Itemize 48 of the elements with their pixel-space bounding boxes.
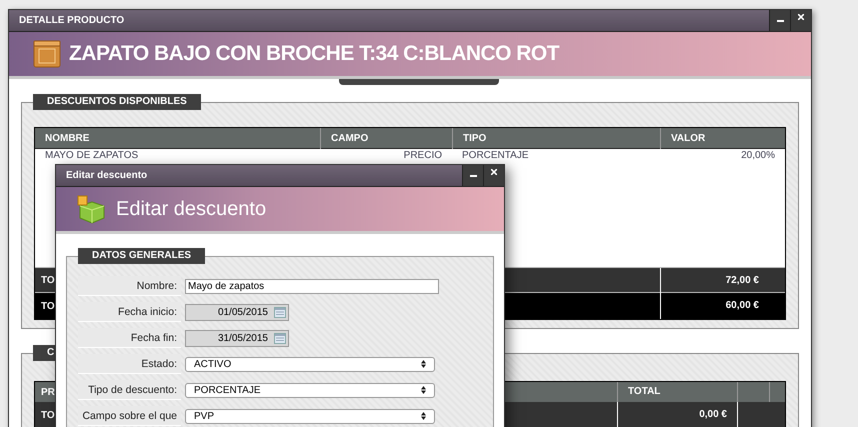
date-field[interactable]: 31/05/2015 bbox=[185, 330, 289, 346]
column-header: VALOR bbox=[660, 128, 785, 149]
field-label: Estado: bbox=[78, 354, 181, 374]
dialog-heading: Editar descuento bbox=[116, 197, 266, 222]
close-icon bbox=[798, 14, 804, 20]
field-label: Campo sobre el que bbox=[78, 406, 181, 426]
minimize-icon bbox=[470, 174, 476, 176]
updown-arrows-icon bbox=[421, 360, 426, 368]
column-header: CAMPO bbox=[320, 128, 452, 149]
date-value: 31/05/2015 bbox=[218, 332, 268, 346]
field-label: Nombre: bbox=[78, 276, 181, 296]
close-button[interactable] bbox=[790, 10, 811, 31]
calendar-icon bbox=[274, 332, 286, 344]
field-label: Fecha inicio: bbox=[78, 302, 181, 322]
field-label: Tipo de descuento: bbox=[78, 380, 181, 400]
field-label: Fecha fin: bbox=[78, 328, 181, 348]
total-value: 0,00 € bbox=[617, 402, 737, 427]
box-icon bbox=[33, 40, 61, 68]
column-header: NOMBRE bbox=[44, 132, 90, 146]
total-label: TO bbox=[41, 274, 55, 288]
total-label: TO bbox=[41, 300, 55, 314]
window-title: DETALLE PRODUCTO bbox=[18, 14, 124, 28]
table-cell-text: PORCENTAJE bbox=[461, 149, 530, 163]
section-legend: DESCUENTOS DISPONIBLES bbox=[33, 94, 201, 110]
close-button[interactable] bbox=[483, 165, 504, 186]
column-header: TIPO bbox=[452, 128, 660, 149]
dropdown[interactable]: PVP bbox=[185, 408, 435, 424]
close-icon bbox=[491, 169, 497, 175]
minimize-button[interactable] bbox=[769, 10, 790, 31]
table-cell-text: MAYO DE ZAPATOS bbox=[44, 149, 140, 163]
dialog-title: Editar descuento bbox=[65, 169, 148, 183]
minimize-icon bbox=[776, 20, 784, 22]
updown-arrows-icon bbox=[421, 386, 426, 394]
date-value: 01/05/2015 bbox=[218, 306, 268, 320]
table-cell-text: 20,00% bbox=[740, 149, 776, 163]
name-field[interactable]: Mayo de zapatos bbox=[185, 278, 439, 294]
total-label: TO bbox=[41, 408, 55, 422]
dropdown[interactable]: ACTIVO bbox=[185, 356, 435, 372]
total-value: 60,00 € bbox=[660, 293, 785, 319]
calendar-icon bbox=[274, 306, 286, 318]
product-heading: ZAPATO BAJO CON BROCHE T:34 C:BLANCO ROT bbox=[69, 41, 560, 68]
date-field[interactable]: 01/05/2015 bbox=[185, 304, 289, 320]
minimize-button[interactable] bbox=[462, 165, 483, 186]
section-legend: DATOS GENERALES bbox=[78, 248, 206, 264]
column-header: PR bbox=[41, 386, 55, 400]
table-cell-text: PRECIO bbox=[402, 149, 443, 163]
updown-arrows-icon bbox=[421, 412, 426, 420]
dropdown[interactable]: PORCENTAJE bbox=[185, 382, 435, 398]
